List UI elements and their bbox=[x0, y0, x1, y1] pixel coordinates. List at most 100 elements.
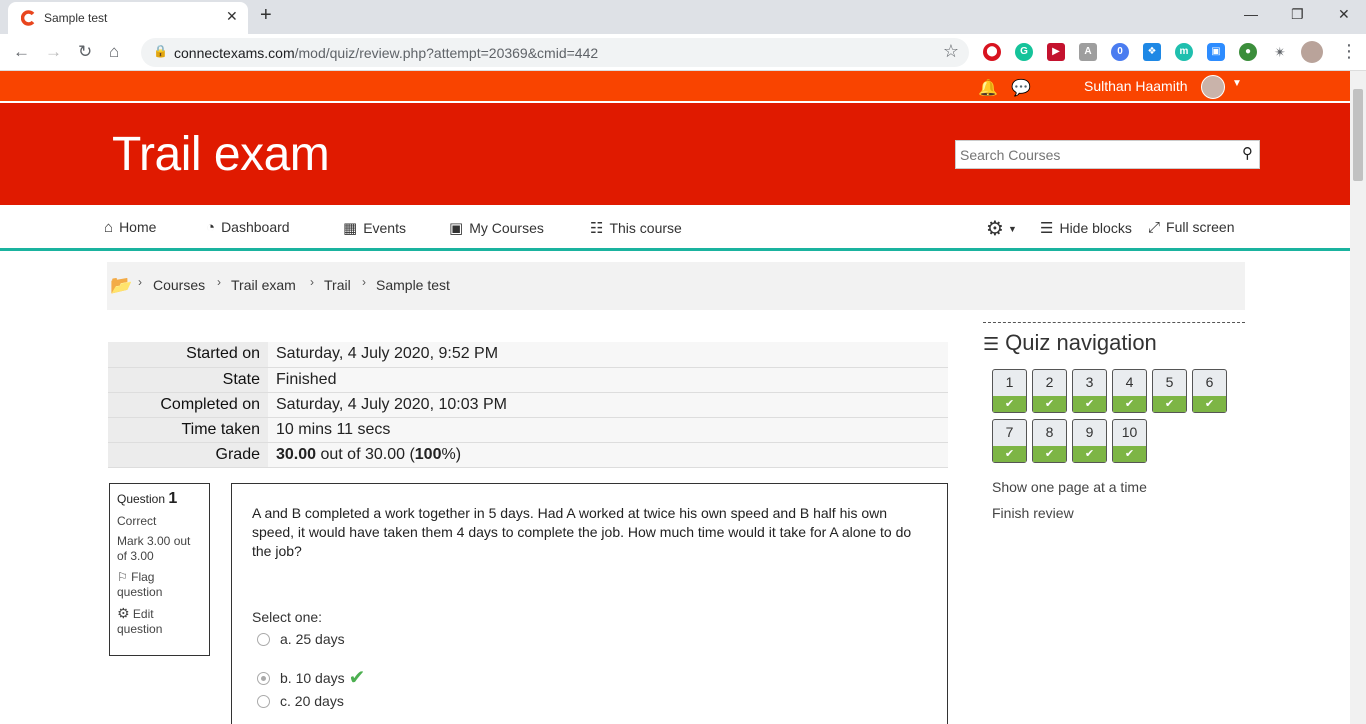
new-tab-icon[interactable]: + bbox=[260, 4, 272, 27]
bookmark-star-icon[interactable]: ☆ bbox=[943, 41, 959, 62]
restore-icon[interactable]: ❐ bbox=[1291, 6, 1304, 23]
check-icon: ✔ bbox=[1073, 396, 1106, 412]
show-one-page-link[interactable]: Show one page at a time bbox=[992, 479, 1147, 495]
extension-video-icon[interactable]: ▶ bbox=[1047, 43, 1065, 61]
answer-option-b[interactable]: b. 10 days ✔ bbox=[257, 665, 365, 690]
browser-tabbar: Sample test ✕ + — ❐ ✕ bbox=[0, 0, 1366, 34]
summary-label: Grade bbox=[108, 442, 268, 467]
address-bar[interactable]: 🔒 connectexams.com/mod/quiz/review.php?a… bbox=[141, 38, 969, 67]
user-avatar[interactable] bbox=[1201, 75, 1225, 99]
quiz-nav-question-2[interactable]: 2 ✔ bbox=[1032, 369, 1067, 413]
extension-translate-icon[interactable]: A bbox=[1079, 43, 1097, 61]
dashboard-gauge-icon: ◔ bbox=[206, 219, 216, 236]
search-courses-input[interactable] bbox=[956, 141, 1226, 168]
site-header: Trail exam ⚲ bbox=[0, 103, 1350, 205]
chrome-profile-avatar[interactable] bbox=[1301, 41, 1323, 63]
extension-counter-icon[interactable]: 0 bbox=[1111, 43, 1129, 61]
url-path: /mod/quiz/review.php?attempt=20369&cmid=… bbox=[294, 45, 599, 61]
nav-this-course[interactable]: ☷ This course bbox=[590, 219, 682, 237]
folder-open-icon[interactable]: 📂 bbox=[110, 275, 132, 296]
sitemap-icon: ☷ bbox=[590, 220, 604, 237]
settings-gear-icon[interactable]: ⚙ ▼ bbox=[986, 216, 1017, 241]
user-navbar: 🔔 💬 Sulthan Haamith ▼ bbox=[0, 71, 1350, 102]
radio-button[interactable] bbox=[257, 695, 270, 708]
breadcrumb-courses[interactable]: Courses bbox=[153, 277, 205, 293]
breadcrumb-trail[interactable]: Trail bbox=[324, 277, 351, 293]
search-icon[interactable]: ⚲ bbox=[1242, 144, 1253, 162]
edit-question-link[interactable]: ⚙ Edit question bbox=[117, 606, 202, 637]
check-icon: ✔ bbox=[1113, 396, 1146, 412]
radio-button-selected[interactable] bbox=[257, 672, 270, 685]
nav-dashboard[interactable]: ◔ Dashboard bbox=[206, 219, 290, 236]
nav-my-courses-label: My Courses bbox=[469, 220, 544, 236]
chrome-menu-icon[interactable]: ⋮ bbox=[1340, 41, 1358, 62]
quiz-nav-question-5[interactable]: 5 ✔ bbox=[1152, 369, 1187, 413]
question-info-panel: Question 1 Correct Mark 3.00 out of 3.00… bbox=[109, 483, 210, 656]
flag-question-link[interactable]: ⚐ Flag question bbox=[117, 570, 202, 600]
radio-button[interactable] bbox=[257, 633, 270, 646]
window-close-icon[interactable]: ✕ bbox=[1338, 6, 1350, 23]
reload-icon[interactable]: ↻ bbox=[78, 42, 92, 62]
extension-grammarly-icon[interactable]: G bbox=[1015, 43, 1033, 61]
scrollbar-thumb[interactable] bbox=[1353, 89, 1363, 181]
briefcase-icon: ▣ bbox=[449, 220, 464, 237]
nav-home[interactable]: ⌂ Home bbox=[104, 219, 156, 236]
extension-zoom-icon[interactable]: ▣ bbox=[1207, 43, 1225, 61]
quiz-nav-question-10[interactable]: 10 ✔ bbox=[1112, 419, 1147, 463]
browser-tab[interactable]: Sample test ✕ bbox=[8, 2, 248, 34]
quiz-nav-question-6[interactable]: 6 ✔ bbox=[1192, 369, 1227, 413]
minimize-icon[interactable]: — bbox=[1244, 6, 1258, 22]
notifications-bell-icon[interactable]: 🔔 bbox=[978, 78, 998, 98]
quiz-nav-number: 7 bbox=[1005, 424, 1014, 440]
summary-label: Time taken bbox=[108, 417, 268, 442]
extension-adblock-icon[interactable]: ⬤ bbox=[983, 43, 1001, 61]
extension-m-icon[interactable]: m bbox=[1175, 43, 1193, 61]
forward-icon[interactable]: → bbox=[45, 42, 62, 62]
back-icon[interactable]: ← bbox=[13, 42, 30, 62]
home-icon[interactable]: ⌂ bbox=[109, 42, 119, 62]
site-title[interactable]: Trail exam bbox=[112, 127, 330, 182]
breadcrumb-trail-exam[interactable]: Trail exam bbox=[231, 277, 296, 293]
quiz-nav-number: 10 bbox=[1121, 424, 1138, 440]
question-number: Question 1 bbox=[117, 490, 202, 508]
messages-icon[interactable]: 💬 bbox=[1011, 78, 1031, 98]
answer-option-a[interactable]: a. 25 days bbox=[257, 631, 345, 647]
quiz-nav-number: 5 bbox=[1165, 374, 1174, 390]
extension-dropbox-icon[interactable]: ❖ bbox=[1143, 43, 1161, 61]
correct-check-icon: ✔ bbox=[348, 667, 366, 689]
quiz-nav-number: 8 bbox=[1045, 424, 1054, 440]
hide-blocks-button[interactable]: ☰ Hide blocks bbox=[1040, 219, 1132, 237]
user-name[interactable]: Sulthan Haamith bbox=[1084, 78, 1188, 94]
quiz-nav-question-3[interactable]: 3 ✔ bbox=[1072, 369, 1107, 413]
summary-label: State bbox=[108, 367, 268, 392]
finish-review-link[interactable]: Finish review bbox=[992, 505, 1074, 521]
flag-icon: ⚐ bbox=[117, 570, 128, 584]
extensions-puzzle-icon[interactable]: ✴ bbox=[1271, 43, 1289, 61]
quiz-navigation-block: ☰ Quiz navigation bbox=[983, 322, 1245, 356]
select-one-prompt: Select one: bbox=[252, 609, 323, 625]
edit-gear-icon: ⚙ bbox=[117, 605, 130, 621]
check-icon: ✔ bbox=[1113, 446, 1146, 462]
full-screen-button[interactable]: ⤢ Full screen bbox=[1148, 219, 1234, 236]
summary-value: 10 mins 11 secs bbox=[268, 417, 948, 442]
answer-option-c[interactable]: c. 20 days bbox=[257, 693, 344, 709]
nav-events[interactable]: ▦ Events bbox=[343, 219, 406, 237]
nav-my-courses[interactable]: ▣ My Courses bbox=[449, 219, 544, 237]
summary-value: Saturday, 4 July 2020, 9:52 PM bbox=[268, 342, 948, 367]
user-menu-caret-icon[interactable]: ▼ bbox=[1232, 78, 1242, 89]
quiz-nav-question-8[interactable]: 8 ✔ bbox=[1032, 419, 1067, 463]
quiz-nav-question-4[interactable]: 4 ✔ bbox=[1112, 369, 1147, 413]
check-icon: ✔ bbox=[1073, 446, 1106, 462]
extension-globe-icon[interactable]: ● bbox=[1239, 43, 1257, 61]
summary-value: Saturday, 4 July 2020, 10:03 PM bbox=[268, 392, 948, 417]
page-scrollbar[interactable] bbox=[1350, 71, 1366, 724]
quiz-nav-question-9[interactable]: 9 ✔ bbox=[1072, 419, 1107, 463]
site-favicon-icon bbox=[21, 10, 35, 26]
answer-option-label: c. 20 days bbox=[280, 693, 344, 709]
tab-close-icon[interactable]: ✕ bbox=[226, 8, 238, 25]
quiz-nav-question-1[interactable]: 1 ✔ bbox=[992, 369, 1027, 413]
quiz-nav-number: 3 bbox=[1085, 374, 1094, 390]
summary-label: Completed on bbox=[108, 392, 268, 417]
quiz-nav-question-7[interactable]: 7 ✔ bbox=[992, 419, 1027, 463]
home-nav-icon: ⌂ bbox=[104, 219, 114, 236]
